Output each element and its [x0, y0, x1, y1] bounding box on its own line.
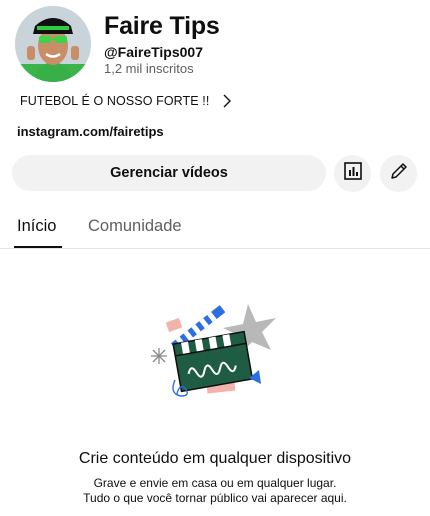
tab-community[interactable]: Comunidade: [88, 217, 182, 236]
channel-avatar[interactable]: [15, 6, 91, 82]
channel-handle: @FaireTips007: [104, 44, 203, 60]
manage-videos-button[interactable]: Gerenciar vídeos: [12, 155, 326, 191]
subscriber-count: 1,2 mil inscritos: [104, 61, 194, 76]
channel-link[interactable]: instagram.com/fairetips: [17, 124, 164, 139]
analytics-icon: [343, 161, 363, 186]
empty-state-line-1: Grave e envie em casa ou em qualquer lug…: [93, 476, 337, 490]
channel-description-row[interactable]: FUTEBOL É O NOSSO FORTE !!: [20, 92, 235, 110]
tab-home[interactable]: Início: [17, 217, 56, 236]
empty-state-line-2: Tudo o que você tornar público vai apare…: [83, 491, 347, 505]
channel-name: Faire Tips: [104, 12, 220, 40]
tabs-divider: [0, 248, 430, 249]
pencil-icon: [389, 161, 409, 186]
channel-description: FUTEBOL É O NOSSO FORTE !!: [20, 94, 210, 108]
empty-state-title: Crie conteúdo em qualquer dispositivo: [78, 450, 352, 467]
chevron-right-icon: [223, 94, 235, 108]
empty-state-description: Grave e envie em casa ou em qualquer lug…: [0, 476, 430, 506]
edit-channel-button[interactable]: [380, 155, 417, 192]
clapperboard-illustration: [145, 298, 285, 404]
analytics-button[interactable]: [334, 155, 371, 192]
